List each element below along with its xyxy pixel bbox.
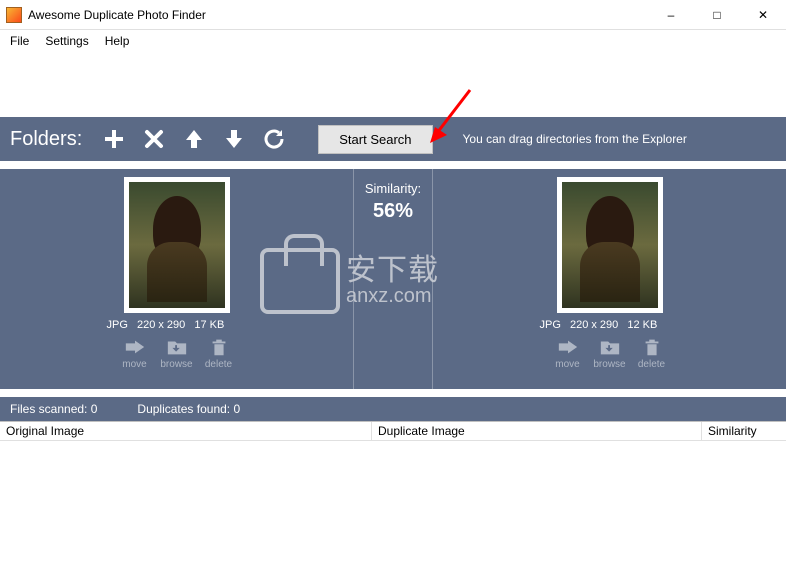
app-icon: [6, 7, 22, 23]
menu-file[interactable]: File: [2, 32, 37, 50]
minimize-button[interactable]: –: [648, 0, 694, 30]
maximize-button[interactable]: □: [694, 0, 740, 30]
move-down-icon[interactable]: [220, 125, 248, 153]
right-format: JPG: [540, 319, 561, 331]
results-header: Original Image Duplicate Image Similarit…: [0, 421, 786, 441]
menu-settings[interactable]: Settings: [37, 32, 96, 50]
drag-hint-text: You can drag directories from the Explor…: [463, 132, 687, 146]
left-photo[interactable]: [124, 177, 230, 313]
right-photo-meta: JPG 220 x 290 12 KB: [540, 319, 680, 331]
window-title: Awesome Duplicate Photo Finder: [28, 8, 648, 22]
compare-area: JPG 220 x 290 17 KB move browse delete S…: [0, 169, 786, 389]
left-actions: move browse delete: [117, 337, 237, 370]
blank-area: [0, 52, 786, 117]
similarity-value: 56%: [373, 200, 413, 223]
right-delete-button[interactable]: delete: [634, 337, 670, 370]
right-panel: JPG 220 x 290 12 KB move browse delete: [433, 169, 786, 389]
add-folder-icon[interactable]: [100, 125, 128, 153]
results-list[interactable]: [0, 441, 786, 561]
titlebar: Awesome Duplicate Photo Finder – □ ✕: [0, 0, 786, 30]
left-move-button[interactable]: move: [117, 337, 153, 370]
move-up-icon[interactable]: [180, 125, 208, 153]
start-search-button[interactable]: Start Search: [318, 125, 432, 154]
column-similarity[interactable]: Similarity: [702, 422, 786, 440]
similarity-label: Similarity:: [365, 181, 421, 196]
column-original[interactable]: Original Image: [0, 422, 372, 440]
folders-label: Folders:: [10, 128, 82, 151]
menubar: File Settings Help: [0, 30, 786, 52]
right-photo[interactable]: [557, 177, 663, 313]
column-duplicate[interactable]: Duplicate Image: [372, 422, 702, 440]
left-panel: JPG 220 x 290 17 KB move browse delete: [0, 169, 353, 389]
left-delete-button[interactable]: delete: [201, 337, 237, 370]
right-actions: move browse delete: [550, 337, 670, 370]
remove-folder-icon[interactable]: [140, 125, 168, 153]
left-photo-meta: JPG 220 x 290 17 KB: [107, 319, 247, 331]
right-size: 12 KB: [627, 319, 657, 331]
files-scanned: Files scanned: 0: [10, 402, 97, 416]
close-button[interactable]: ✕: [740, 0, 786, 30]
right-move-button[interactable]: move: [550, 337, 586, 370]
duplicates-found: Duplicates found: 0: [137, 402, 240, 416]
left-format: JPG: [107, 319, 128, 331]
left-dimensions: 220 x 290: [137, 319, 185, 331]
menu-help[interactable]: Help: [97, 32, 138, 50]
folders-toolbar: Folders: Start Search You can drag direc…: [0, 117, 786, 161]
left-browse-button[interactable]: browse: [159, 337, 195, 370]
similarity-panel: Similarity: 56%: [353, 169, 433, 389]
status-bar: Files scanned: 0 Duplicates found: 0: [0, 397, 786, 421]
right-dimensions: 220 x 290: [570, 319, 618, 331]
window-controls: – □ ✕: [648, 0, 786, 30]
right-browse-button[interactable]: browse: [592, 337, 628, 370]
left-size: 17 KB: [194, 319, 224, 331]
refresh-icon[interactable]: [260, 125, 288, 153]
